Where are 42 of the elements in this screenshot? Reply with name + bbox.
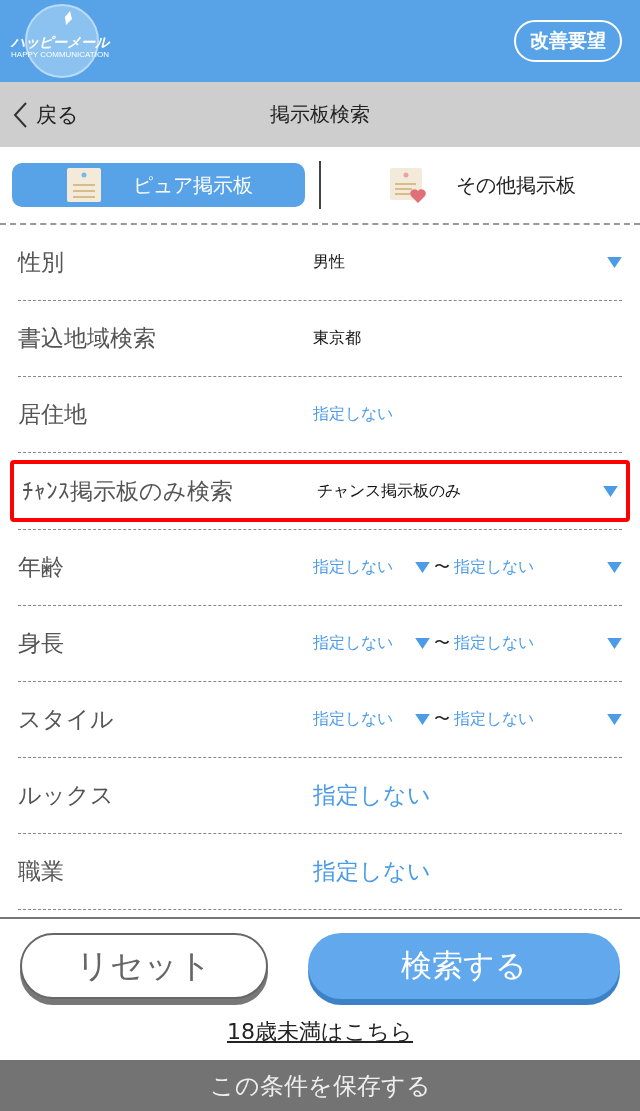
board-tab[interactable]: ピュア掲示板 [12, 163, 305, 207]
field-label: ﾁｬﾝｽ掲示板のみ検索 [22, 476, 234, 506]
range-separator: 〜 [434, 557, 450, 578]
range-separator: 〜 [434, 709, 450, 730]
dropdown-arrow-icon [607, 714, 622, 725]
dropdown-arrow-icon [607, 638, 622, 649]
range-from-select[interactable]: 指定しない [313, 557, 393, 578]
field-label: スタイル [18, 705, 115, 734]
field-label: 書込地域検索 [18, 324, 157, 353]
field-label: 身長 [18, 629, 65, 658]
unset-link[interactable]: 指定しない [313, 856, 431, 887]
save-conditions-bar[interactable]: この条件を保存する [0, 1060, 640, 1111]
field-label: 年齢 [18, 553, 65, 582]
dropdown-arrow-icon [607, 562, 622, 573]
range-to-select[interactable]: 指定しない [454, 633, 534, 654]
under-18-link[interactable]: 18歳未満はこちら [227, 1017, 413, 1047]
note-heart-icon [387, 166, 426, 204]
dropdown-arrow-icon [415, 562, 430, 573]
select-value[interactable]: 男性 [313, 252, 345, 273]
range-from-select[interactable]: 指定しない [313, 709, 393, 730]
range-to-select[interactable]: 指定しない [454, 557, 534, 578]
dropdown-arrow-icon [415, 638, 430, 649]
range-from-select[interactable]: 指定しない [313, 633, 393, 654]
dropdown-arrow-icon [607, 257, 622, 268]
dropdown-arrow-icon [415, 714, 430, 725]
range-separator: 〜 [434, 633, 450, 654]
field-label: 職業 [18, 857, 65, 886]
page-title: 掲示板検索 [270, 101, 370, 128]
board-tab[interactable]: その他掲示板 [335, 163, 628, 207]
field-value[interactable]: 東京都 [313, 328, 361, 349]
field-label: 居住地 [18, 400, 88, 429]
unset-link[interactable]: 指定しない [313, 780, 431, 811]
back-button[interactable]: 戻る [12, 100, 79, 129]
note-icon [64, 166, 103, 204]
feedback-button[interactable]: 改善要望 [514, 20, 622, 62]
field-label: 性別 [18, 248, 65, 277]
field-label: ルックス [18, 781, 115, 810]
select-value[interactable]: チャンス掲示板のみ [317, 480, 461, 502]
chevron-left-icon [12, 100, 28, 129]
unset-link[interactable]: 指定しない [313, 404, 393, 425]
dropdown-arrow-icon [603, 485, 618, 497]
range-to-select[interactable]: 指定しない [454, 709, 534, 730]
